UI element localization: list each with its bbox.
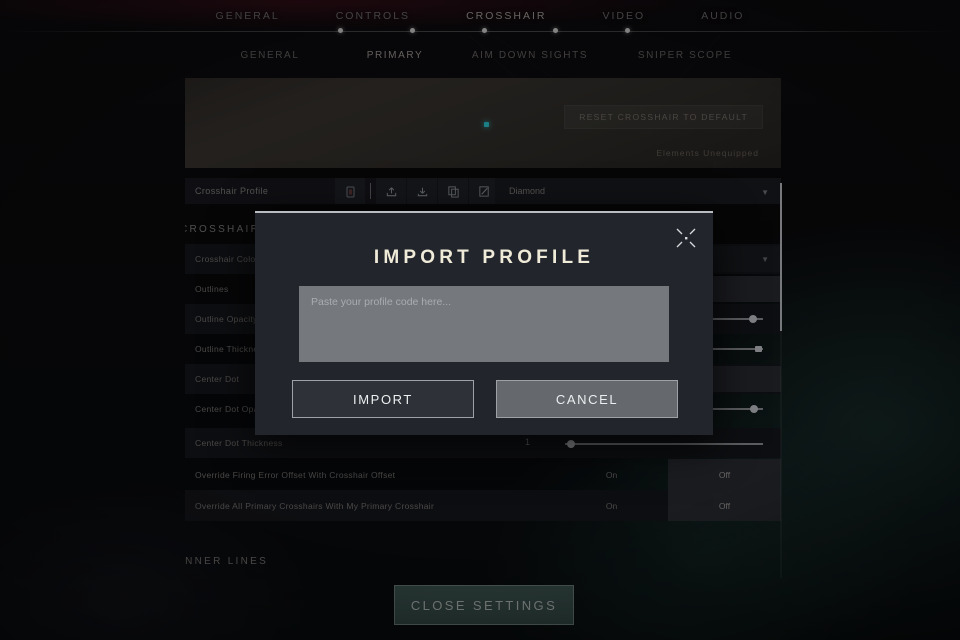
modal-title: IMPORT PROFILE bbox=[373, 247, 595, 268]
import-profile-modal: IMPORT PROFILE IMPORT CANCEL bbox=[255, 211, 713, 435]
cancel-button[interactable]: CANCEL bbox=[496, 380, 678, 418]
profile-code-input[interactable] bbox=[299, 286, 669, 362]
import-button[interactable]: IMPORT bbox=[292, 380, 474, 418]
